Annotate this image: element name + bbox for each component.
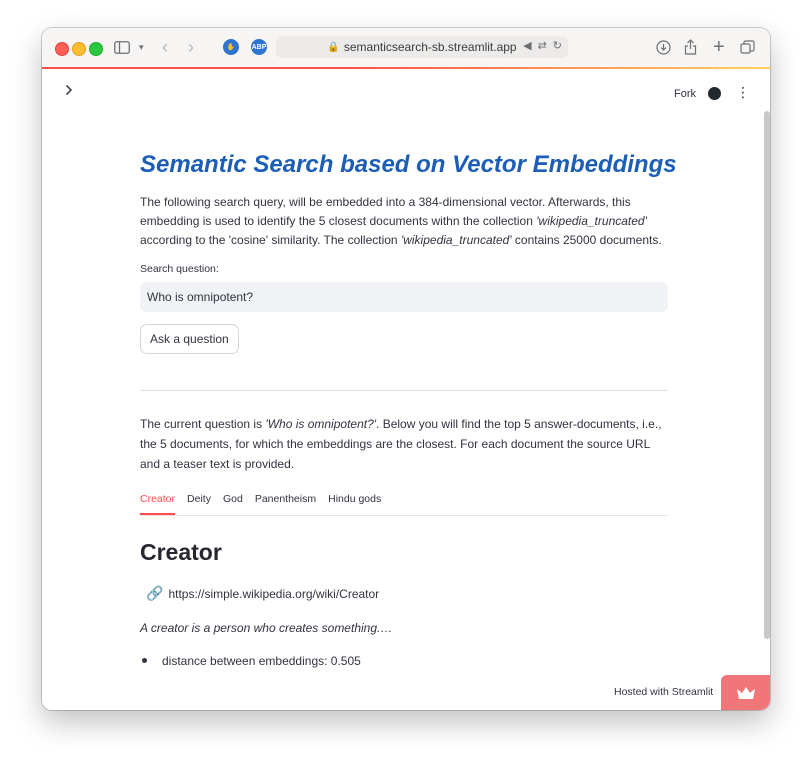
distance-text: distance between embeddings: 0.505 [162, 654, 361, 668]
streamlit-app: Fork ⋮ Semantic Search based on Vector E… [42, 69, 770, 710]
zoom-window-button[interactable] [89, 42, 103, 56]
page-title: Semantic Search based on Vector Embeddin… [140, 151, 677, 178]
close-window-button[interactable] [55, 42, 69, 56]
current-question: 'Who is omnipotent?' [265, 417, 377, 431]
download-icon[interactable] [656, 37, 671, 57]
search-question-label: Search question: [140, 263, 219, 275]
new-tab-plus-icon[interactable]: + [713, 36, 725, 58]
document-url[interactable]: https://simple.wikipedia.org/wiki/Creato… [168, 587, 379, 601]
document-source: 🔗 https://simple.wikipedia.org/wiki/Crea… [146, 585, 379, 602]
divider [140, 390, 668, 391]
answer-paragraph: The current question is 'Who is omnipote… [140, 417, 662, 471]
intro-paragraph: The following search query, will be embe… [140, 195, 662, 247]
sidebar-toggle-icon[interactable] [114, 37, 130, 57]
tab-overview-icon[interactable] [740, 37, 755, 57]
link-icon: 🔗 [146, 585, 164, 601]
document-teaser: A creator is a person who creates someth… [140, 621, 393, 635]
minimize-window-button[interactable] [72, 42, 86, 56]
chevron-right-icon[interactable] [64, 83, 74, 101]
url-text: semanticsearch-sb.streamlit.app [343, 40, 517, 54]
hosted-with-streamlit-link[interactable]: Hosted with Streamlit [614, 686, 713, 698]
more-menu-icon[interactable]: ⋮ [736, 85, 750, 99]
forward-arrow-icon[interactable]: › [188, 37, 194, 57]
tab-panentheism[interactable]: Panentheism [255, 489, 316, 510]
reload-icon[interactable]: ↻ [553, 39, 562, 52]
document-heading: Creator [140, 539, 222, 565]
hand-extension-icon[interactable]: ✋ [223, 39, 239, 55]
crown-icon [736, 686, 755, 699]
abp-extension-icon[interactable]: ABP [251, 39, 267, 55]
fork-button[interactable]: Fork [674, 88, 696, 100]
tab-god[interactable]: God [223, 489, 243, 510]
browser-toolbar: ▾ ‹ › ✋ ABP 🔒 semanticsearch-sb.streamli… [42, 28, 770, 69]
collection-name: 'wikipedia_truncated' [400, 233, 512, 247]
github-icon[interactable] [708, 87, 721, 100]
tab-deity[interactable]: Deity [187, 489, 211, 510]
back-arrow-icon[interactable]: ‹ [162, 37, 168, 57]
streamlit-crown-button[interactable] [721, 675, 770, 710]
document-tabs: Creator Deity God Panentheism Hindu gods [140, 489, 668, 516]
speaker-icon[interactable]: ◀ [523, 39, 531, 52]
address-bar[interactable]: 🔒 semanticsearch-sb.streamlit.app ◀ ⇄ ↻ [276, 36, 568, 58]
tab-hindu-gods[interactable]: Hindu gods [328, 489, 381, 510]
search-input[interactable] [140, 282, 668, 312]
bullet-icon [142, 658, 147, 664]
chevron-down-icon[interactable]: ▾ [139, 37, 144, 57]
collection-name: 'wikipedia_truncated' [536, 214, 647, 228]
page-scrollbar[interactable] [764, 111, 770, 639]
list-item: distance between embeddings: 0.505 [140, 654, 361, 668]
ask-question-button[interactable]: Ask a question [140, 324, 239, 354]
tab-creator[interactable]: Creator [140, 489, 176, 515]
browser-window: ▾ ‹ › ✋ ABP 🔒 semanticsearch-sb.streamli… [42, 28, 770, 710]
lock-icon: 🔒 [327, 41, 340, 53]
translate-icon[interactable]: ⇄ [538, 39, 547, 52]
share-icon[interactable] [684, 37, 697, 57]
